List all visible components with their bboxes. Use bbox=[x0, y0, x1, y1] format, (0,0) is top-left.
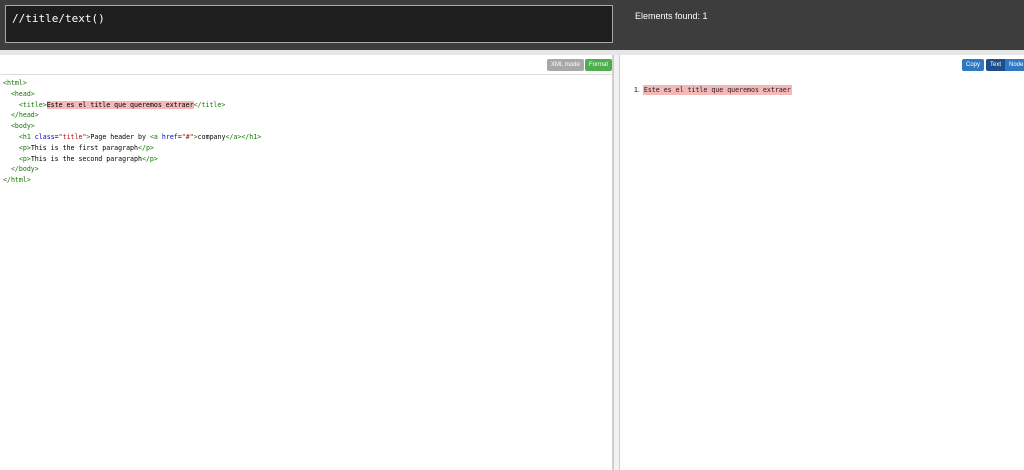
code-token: Page header by bbox=[90, 132, 150, 141]
code-token: href bbox=[161, 132, 178, 141]
code-line: <p>This is the second paragraph</p> bbox=[3, 154, 261, 165]
code-token: <a bbox=[149, 132, 162, 141]
code-token: <p> bbox=[18, 154, 31, 163]
code-line: <title>Este es el title que queremos ext… bbox=[3, 100, 261, 111]
code-token: </title> bbox=[193, 100, 226, 109]
code-token: This is the first paragraph bbox=[30, 143, 138, 152]
xpath-query-input[interactable]: //title/text() bbox=[5, 5, 613, 43]
code-line: </body> bbox=[3, 164, 261, 175]
code-token: <html> bbox=[3, 79, 27, 87]
output-mode-toggle: Text Node bbox=[986, 59, 1024, 71]
code-token: This is the second paragraph bbox=[30, 154, 142, 163]
code-token: </html> bbox=[3, 176, 31, 185]
code-token: class bbox=[34, 132, 55, 141]
code-token: </body> bbox=[10, 165, 39, 174]
xml-mode-button[interactable]: XML mode bbox=[547, 59, 584, 71]
code-token: "#" bbox=[181, 132, 194, 141]
code-token: <head> bbox=[10, 89, 35, 98]
code-token: <p> bbox=[18, 143, 31, 152]
code-token: </head> bbox=[10, 111, 39, 120]
code-token: </p> bbox=[138, 143, 154, 152]
code-line: <html> bbox=[3, 78, 261, 89]
code-line: </html> bbox=[3, 175, 261, 186]
code-line: <p>This is the first paragraph</p> bbox=[3, 143, 261, 154]
code-token: </a></h1> bbox=[225, 132, 262, 141]
code-token: "title" bbox=[58, 132, 87, 141]
code-token: </p> bbox=[141, 154, 158, 163]
code-line: </head> bbox=[3, 110, 261, 121]
elements-found-count: Elements found: 1 bbox=[635, 11, 708, 21]
result-number: 1. bbox=[634, 87, 640, 94]
code-token: <h1 bbox=[18, 132, 35, 141]
html-source-editor[interactable]: <html> <head> <title>Este es el title qu… bbox=[3, 78, 261, 186]
results-list: 1. Este es el title que queremos extraer bbox=[634, 85, 792, 95]
node-mode-button[interactable]: Node bbox=[1005, 59, 1024, 71]
format-button[interactable]: Format bbox=[585, 59, 613, 71]
top-bar: //title/text() Elements found: 1 bbox=[0, 0, 1024, 50]
text-mode-button[interactable]: Text bbox=[986, 59, 1006, 71]
toolbar-separator bbox=[0, 74, 612, 75]
code-token: company bbox=[197, 132, 226, 141]
code-line: <h1 class="title">Page header by <a href… bbox=[3, 132, 261, 143]
code-line: <body> bbox=[3, 121, 261, 132]
copy-button[interactable]: Copy bbox=[962, 59, 985, 71]
results-pane: Copy Text Node 1. Este es el title que qu… bbox=[619, 55, 1024, 470]
code-token: <title> bbox=[18, 100, 47, 109]
result-value[interactable]: Este es el title que queremos extraer bbox=[642, 85, 792, 95]
html-editor-pane: XML mode Format <html> <head> <title>Est… bbox=[0, 55, 614, 470]
code-line: <head> bbox=[3, 89, 261, 100]
code-token: <body> bbox=[10, 122, 35, 131]
result-item: 1. Este es el title que queremos extraer bbox=[634, 85, 792, 95]
highlighted-match: Este es el title que queremos extraer bbox=[46, 100, 194, 109]
